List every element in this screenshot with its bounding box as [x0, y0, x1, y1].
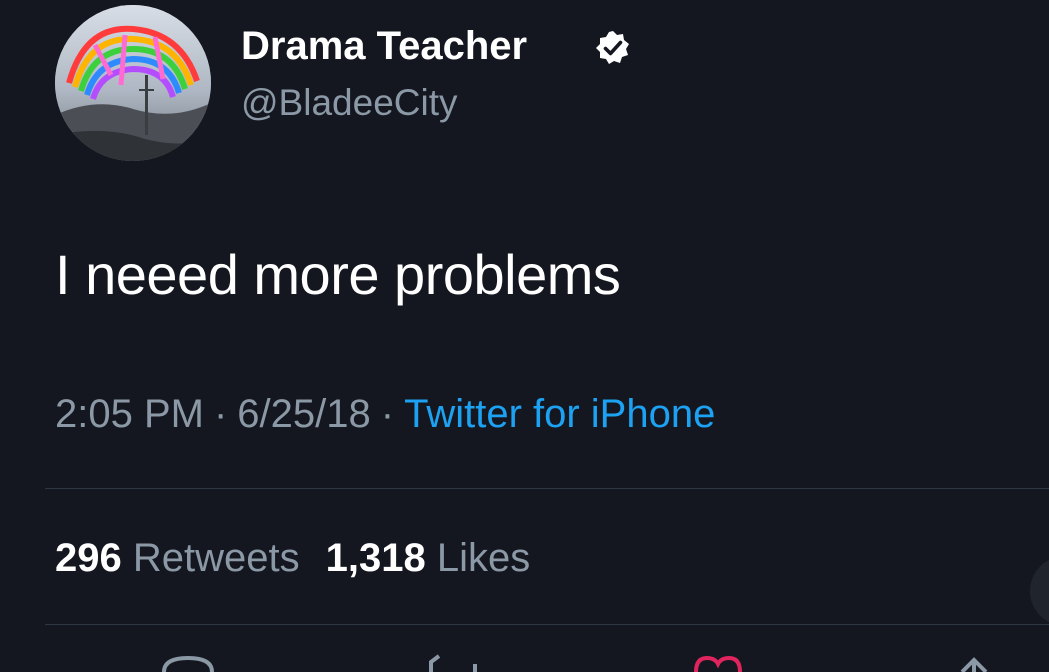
retweet-icon[interactable] [425, 654, 481, 672]
tweet-time[interactable]: 2:05 PM [55, 392, 204, 436]
like-icon[interactable] [690, 654, 746, 672]
display-name[interactable]: Drama Teacher [241, 22, 527, 70]
avatar-image [55, 5, 211, 161]
retweets-label: Retweets [132, 536, 300, 580]
floating-button[interactable] [1030, 556, 1049, 626]
likes-count: 1,318 [325, 536, 426, 580]
tweet-date[interactable]: 6/25/18 [237, 392, 370, 436]
meta-separator: · [213, 392, 228, 436]
tweet-stats: 296 Retweets 1,318 Likes [55, 534, 530, 582]
divider [45, 624, 1049, 625]
verified-badge-icon [596, 31, 629, 64]
share-icon[interactable] [950, 654, 998, 672]
retweets-stat[interactable]: 296 Retweets [55, 536, 300, 580]
likes-stat[interactable]: 1,318 Likes [326, 536, 531, 580]
tweet-detail: Drama Teacher @BladeeCity I neeed more p… [0, 0, 1049, 672]
tweet-text: I neeed more problems [55, 243, 621, 306]
reply-icon[interactable] [160, 654, 216, 672]
likes-label: Likes [436, 536, 531, 580]
user-handle[interactable]: @BladeeCity [241, 80, 458, 126]
avatar[interactable] [55, 5, 211, 161]
retweets-count: 296 [55, 536, 122, 580]
tweet-source-link[interactable]: Twitter for iPhone [404, 392, 715, 436]
tweet-metadata: 2:05 PM · 6/25/18 · Twitter for iPhone [55, 390, 715, 438]
meta-separator: · [380, 392, 395, 436]
divider [45, 488, 1049, 489]
